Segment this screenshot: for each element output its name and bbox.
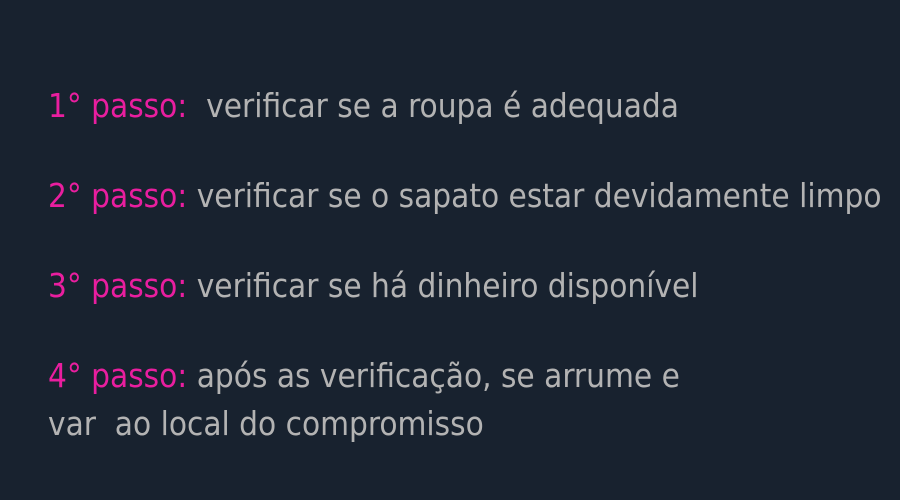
step-1: 1° passo: verificar se a roupa é adequad… [48,82,893,130]
steps-list: 1° passo: verificar se a roupa é adequad… [48,82,893,448]
step-3-label: 3° passo: [48,266,188,305]
step-4: 4° passo: após as verificação, se arrume… [48,352,893,448]
step-3: 3° passo: verificar se há dinheiro dispo… [48,262,893,310]
step-4-label: 4° passo: [48,356,188,395]
step-3-text: verificar se há dinheiro disponível [187,266,699,305]
step-2-text: verificar se o sapato estar devidamente … [187,176,882,215]
step-2-label: 2° passo: [48,176,188,215]
step-2: 2° passo: verificar se o sapato estar de… [48,172,893,220]
step-1-label: 1° passo: [48,86,188,125]
step-1-text: verificar se a roupa é adequada [187,86,679,125]
